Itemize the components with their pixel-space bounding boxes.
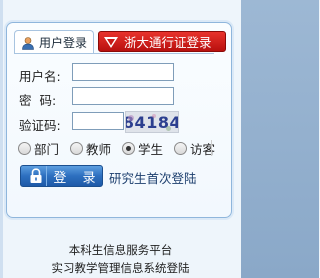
role-radio-department[interactable]: 部门 xyxy=(18,140,60,157)
radio-button[interactable] xyxy=(174,141,187,155)
role-option-label: 学生 xyxy=(138,141,164,157)
footer-internship-system: 实习教学管理信息系统登陆 xyxy=(51,261,190,275)
radio-separator xyxy=(211,140,212,156)
down-triangle-icon xyxy=(103,34,119,50)
login-tabs: 用户登录 浙大通行证登录 xyxy=(14,30,226,54)
username-label: 用户名: xyxy=(19,69,61,84)
radio-button[interactable] xyxy=(70,141,83,155)
username-input[interactable] xyxy=(72,63,174,81)
captcha-label: 验证码: xyxy=(19,118,61,133)
role-radio-group: 部门 教师 学生 访客 xyxy=(18,140,218,157)
left-border xyxy=(0,0,3,278)
role-option-label: 部门 xyxy=(34,141,60,157)
captcha-image[interactable]: 84184 xyxy=(125,111,179,133)
login-button-label: 登 录 xyxy=(53,170,102,186)
right-side-background xyxy=(241,0,319,278)
tab-divider xyxy=(14,53,214,54)
tab-user-login-label: 用户登录 xyxy=(39,36,88,50)
lock-icon xyxy=(25,166,47,186)
login-button[interactable]: 登 录 xyxy=(20,165,103,187)
role-option-label: 教师 xyxy=(86,141,112,157)
grad-first-login-link[interactable]: 研究生首次登陆 xyxy=(109,168,197,187)
radio-button-checked[interactable] xyxy=(122,141,135,155)
footer-undergrad-platform: 本科生信息服务平台 xyxy=(68,243,173,257)
captcha-noise xyxy=(166,126,171,131)
password-label: 密 码: xyxy=(19,93,57,108)
tab-zju-pass-login-label: 浙大通行证登录 xyxy=(124,35,212,50)
role-radio-visitor[interactable]: 访客 xyxy=(174,140,215,157)
password-input[interactable] xyxy=(72,87,174,105)
captcha-noise xyxy=(128,115,134,121)
tab-zju-pass-login[interactable]: 浙大通行证登录 xyxy=(98,31,226,52)
captcha-input[interactable] xyxy=(72,112,124,130)
captcha-noise xyxy=(152,114,156,118)
radio-button[interactable] xyxy=(18,141,31,155)
user-icon xyxy=(21,36,35,50)
tab-user-login[interactable]: 用户登录 xyxy=(14,30,94,54)
role-radio-teacher[interactable]: 教师 xyxy=(70,140,112,157)
role-radio-student[interactable]: 学生 xyxy=(122,140,164,157)
